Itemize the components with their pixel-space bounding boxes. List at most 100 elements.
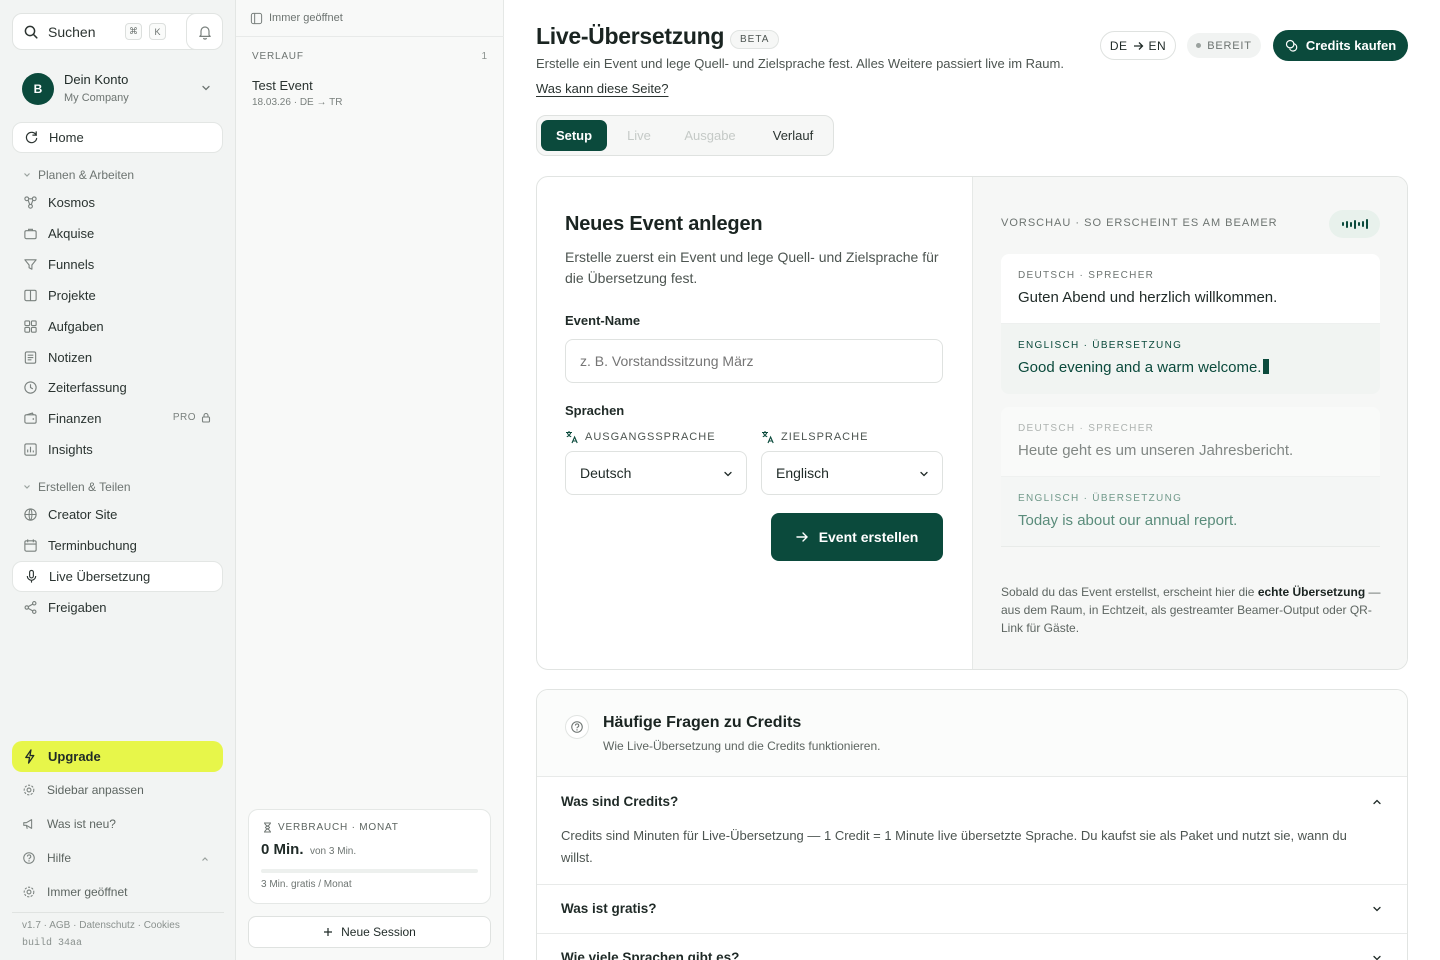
preview-row: ENGLISCH · ÜBERSETZUNG Today is about ou…	[1001, 477, 1380, 547]
chevron-down-icon	[22, 482, 32, 492]
chart-icon	[22, 442, 38, 458]
chevron-down-icon	[722, 468, 734, 480]
tab-verlauf[interactable]: Verlauf	[759, 120, 827, 151]
megaphone-icon	[22, 817, 38, 831]
tab-setup[interactable]: Setup	[541, 120, 607, 151]
pinned-toggle[interactable]: Immer geöffnet	[236, 0, 504, 37]
preview-row-text: Good evening and a warm welcome.	[1018, 359, 1270, 376]
briefcase-icon	[22, 226, 38, 242]
notifications-button[interactable]	[186, 13, 223, 50]
faq-question[interactable]: Wie viele Sprachen gibt es?	[561, 950, 739, 960]
page-subtitle: Erstelle ein Event und lege Quell- und Z…	[536, 56, 1064, 71]
target-label-text: ZIELSPRACHE	[781, 431, 869, 443]
panel-icon	[250, 12, 263, 25]
chevron-up-icon[interactable]	[1371, 796, 1383, 808]
sidebar-item-akquise[interactable]: Akquise	[12, 218, 223, 249]
new-session-button[interactable]: Neue Session	[248, 916, 491, 948]
preview-row-label: ENGLISCH · ÜBERSETZUNG	[1018, 493, 1183, 504]
source-language-value: Deutsch	[580, 465, 632, 481]
target-language-select[interactable]: Englisch	[761, 451, 943, 495]
lightning-icon	[22, 749, 38, 765]
chevron-up-icon[interactable]	[200, 854, 210, 864]
create-event-button[interactable]: Event erstellen	[771, 513, 943, 561]
funnel-icon	[22, 257, 38, 273]
sidebar-item-label: Projekte	[48, 288, 96, 303]
account-switcher[interactable]: B Dein Konto My Company	[22, 72, 222, 110]
subnav-label: Hilfe	[47, 851, 72, 865]
clock-icon	[22, 380, 38, 396]
chevron-down-icon[interactable]	[1371, 952, 1383, 960]
typing-cursor	[1263, 359, 1270, 374]
always-open[interactable]: Immer geöffnet	[22, 882, 127, 902]
history-count: 1	[481, 51, 487, 62]
faq-question[interactable]: Was sind Credits?	[561, 794, 678, 809]
usage-limit: von 3 Min.	[310, 846, 357, 857]
section-erstellen[interactable]: Erstellen & Teilen	[22, 480, 131, 494]
section-label: Planen & Arbeiten	[38, 168, 135, 182]
refresh-icon	[23, 130, 39, 146]
faq-question[interactable]: Was ist gratis?	[561, 901, 657, 916]
plus-icon	[323, 927, 333, 937]
preview-row-text: Guten Abend und herzlich willkommen.	[1018, 289, 1278, 306]
status-label: BEREIT	[1207, 39, 1252, 52]
chevron-down-icon[interactable]	[1371, 903, 1383, 915]
sidebar-item-zeiterfassung[interactable]: Zeiterfassung	[12, 372, 223, 403]
faq-item[interactable]: Was ist gratis?	[537, 885, 1407, 934]
search-label: Suchen	[48, 24, 96, 40]
sidebar-item-insights[interactable]: Insights	[12, 434, 223, 465]
sidebar-item-aufgaben[interactable]: Aufgaben	[12, 311, 223, 342]
history-item-title[interactable]: Test Event	[252, 78, 313, 93]
source-language-select[interactable]: Deutsch	[565, 451, 747, 495]
form-description: Erstelle zuerst ein Event und lege Quell…	[565, 249, 939, 286]
buy-credits-button[interactable]: Credits kaufen	[1273, 30, 1408, 61]
sidebar-item-label: Insights	[48, 442, 93, 457]
sidebar-item-terminbuchung[interactable]: Terminbuchung	[12, 530, 223, 561]
sidebar: Suchen ⌘ K B Dein Konto My Company Home …	[0, 0, 236, 960]
help-link[interactable]: Was kann diese Seite?	[536, 81, 668, 96]
faq-item-expanded[interactable]: Was sind Credits? Credits sind Minuten f…	[537, 777, 1407, 885]
usage-label: VERBRAUCH · MONAT	[278, 822, 399, 833]
create-event-label: Event erstellen	[818, 529, 919, 545]
sidebar-item-kosmos[interactable]: Kosmos	[12, 187, 223, 218]
account-company: My Company	[64, 92, 129, 104]
calendar-icon	[22, 538, 38, 554]
upgrade-label: Upgrade	[48, 749, 101, 764]
note-emphasis: echte Übersetzung	[1257, 585, 1366, 599]
tab-live[interactable]: Live	[615, 120, 663, 151]
sidebar-item-projekte[interactable]: Projekte	[12, 280, 223, 311]
sidebar-item-home[interactable]: Home	[12, 122, 223, 153]
target-language-value: Englisch	[776, 465, 829, 481]
subnav-label: Sidebar anpassen	[47, 783, 144, 797]
sidebar-item-creator-site[interactable]: Creator Site	[12, 499, 223, 530]
preview-row-label: DEUTSCH · SPRECHER	[1018, 270, 1155, 281]
faq-item[interactable]: Wie viele Sprachen gibt es?	[537, 934, 1407, 960]
section-planen[interactable]: Planen & Arbeiten	[22, 168, 134, 182]
pro-badge: PRO	[173, 412, 211, 423]
languages-label: Sprachen	[565, 403, 625, 418]
usage-value: 0 Min.	[261, 841, 304, 858]
language-pair-badge[interactable]: DE EN	[1100, 31, 1176, 60]
sidebar-item-live-uebersetzung[interactable]: Live Übersetzung	[12, 561, 223, 592]
whats-new[interactable]: Was ist neu?	[22, 814, 116, 834]
help-menu[interactable]: Hilfe	[22, 848, 71, 868]
kbd-k: K	[149, 23, 166, 40]
search-button[interactable]: Suchen ⌘ K	[12, 13, 207, 50]
faq-subtitle: Wie Live-Übersetzung und die Credits fun…	[603, 739, 881, 753]
sidebar-item-funnels[interactable]: Funnels	[12, 249, 223, 280]
sidebar-item-notizen[interactable]: Notizen	[12, 342, 223, 373]
sidebar-item-finanzen[interactable]: Finanzen PRO	[12, 403, 223, 434]
build-version: build 34aa	[22, 938, 83, 949]
chevron-down-icon	[22, 170, 32, 180]
preview-translation-text: Good evening and a warm welcome.	[1018, 359, 1262, 376]
event-setup-card: Neues Event anlegen Erstelle zuerst ein …	[536, 176, 1408, 670]
event-name-input[interactable]	[565, 339, 943, 383]
upgrade-button[interactable]: Upgrade	[12, 741, 223, 772]
sidebar-customize[interactable]: Sidebar anpassen	[22, 780, 144, 800]
sidebar-item-freigaben[interactable]: Freigaben	[12, 592, 223, 623]
preview-row-label: DEUTSCH · SPRECHER	[1018, 423, 1155, 434]
preview-row: DEUTSCH · SPRECHER Heute geht es um unse…	[1001, 407, 1380, 477]
sidebar-item-label: Live Übersetzung	[49, 569, 151, 584]
tab-ausgabe[interactable]: Ausgabe	[673, 120, 747, 151]
faq-card: Häufige Fragen zu Credits Wie Live-Übers…	[536, 689, 1408, 960]
footer-links[interactable]: v1.7 · AGB · Datenschutz · Cookies	[22, 920, 180, 931]
